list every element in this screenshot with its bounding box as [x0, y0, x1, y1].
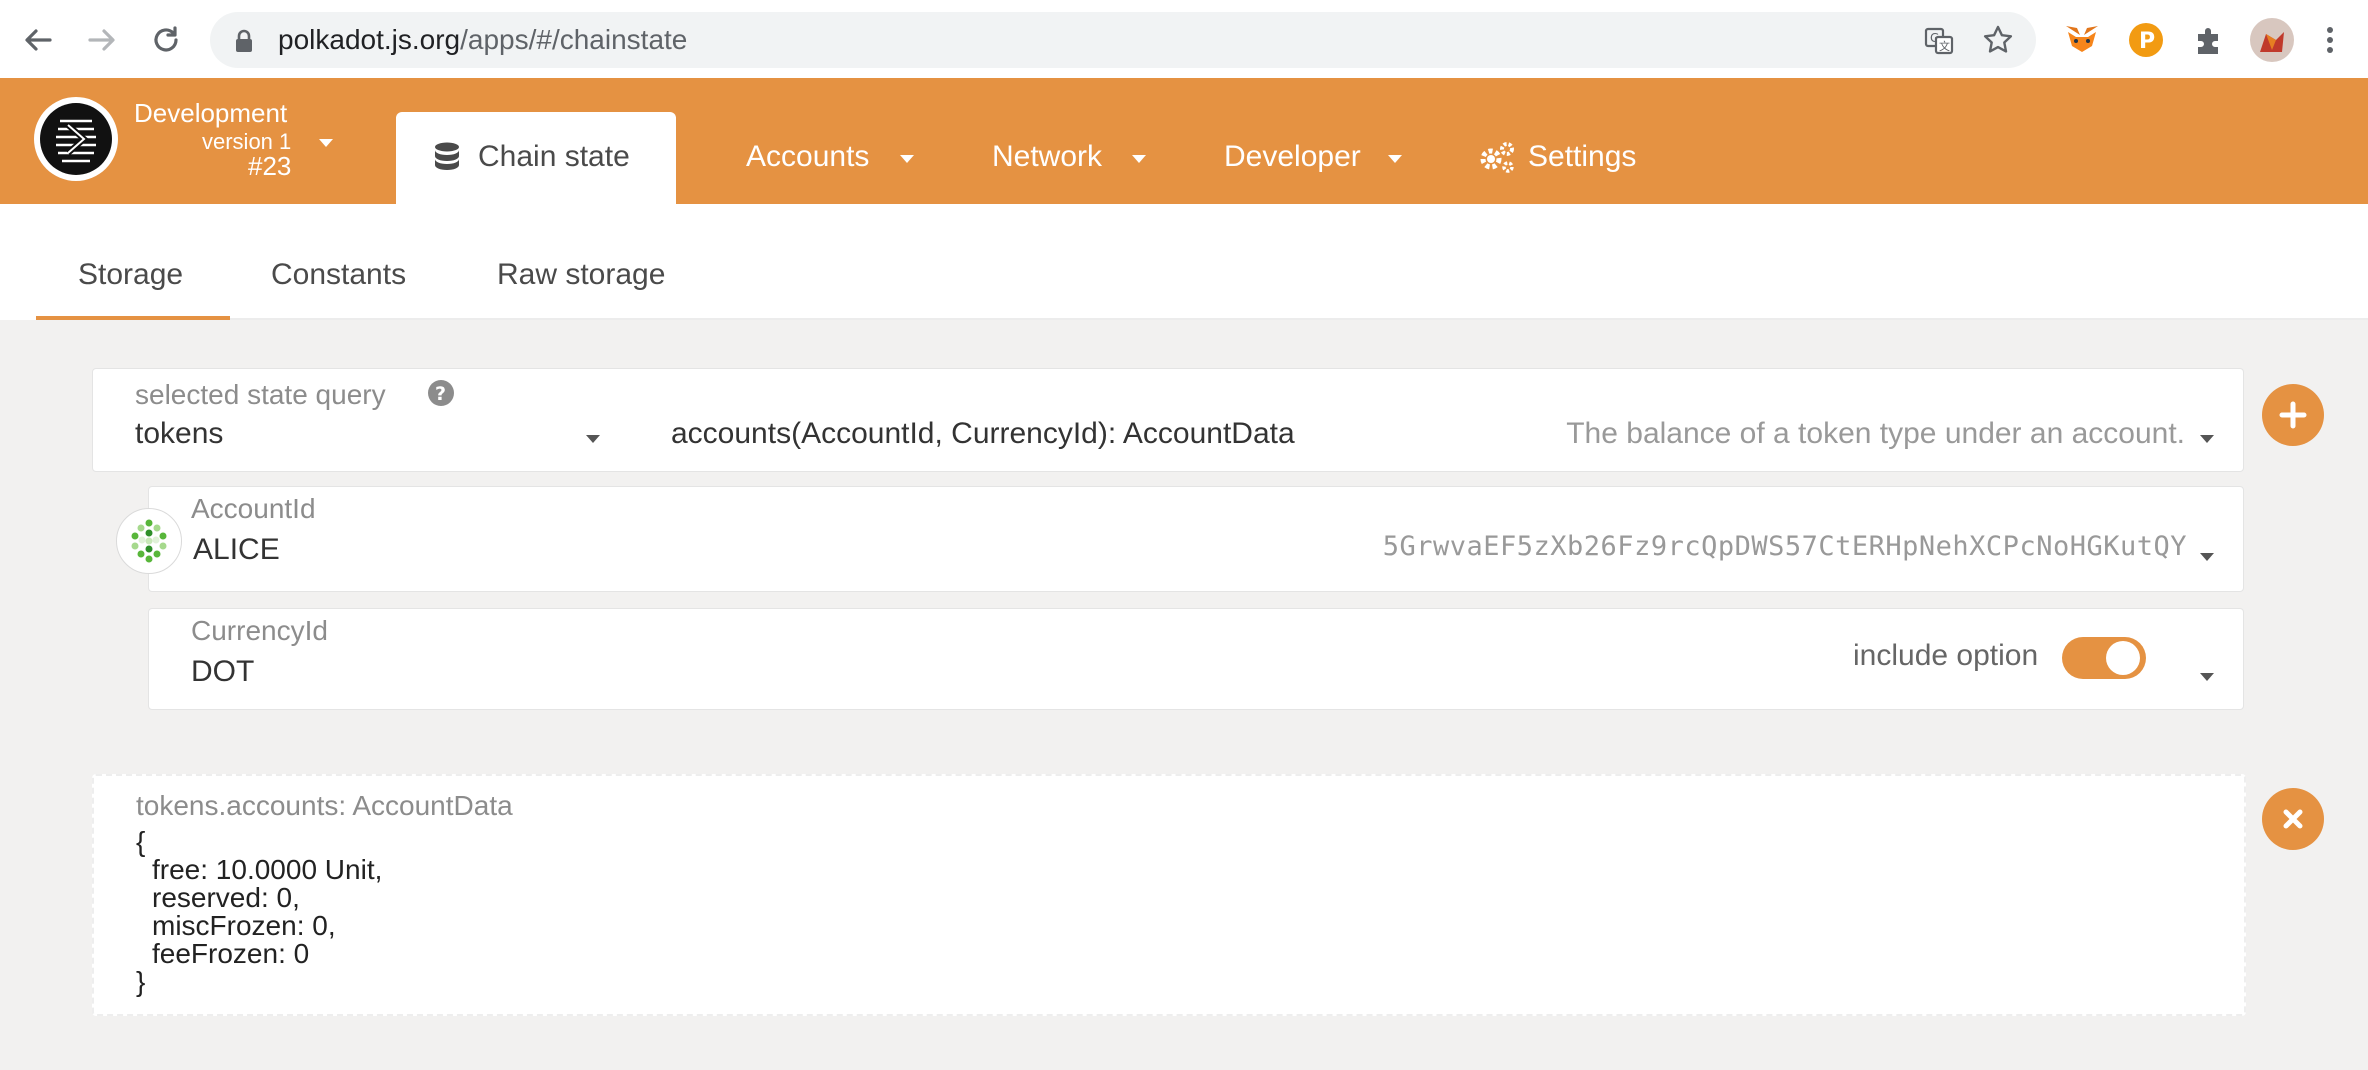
- browser-toolbar: polkadot.js.org/apps/#/chainstate G文 P: [0, 0, 2368, 79]
- tab-constants[interactable]: Constants: [271, 258, 406, 292]
- toggle-knob: [2106, 641, 2140, 675]
- menu-settings[interactable]: Settings: [1528, 140, 1636, 174]
- account-chevron-down-icon[interactable]: [2199, 549, 2215, 567]
- profile-avatar[interactable]: [2250, 18, 2294, 62]
- menu-accounts[interactable]: Accounts: [746, 140, 869, 174]
- add-query-button[interactable]: [2262, 384, 2324, 446]
- divider: [36, 318, 2368, 320]
- currency-value: DOT: [191, 655, 255, 688]
- account-id-input[interactable]: AccountId ALICE 5GrwvaEF5zXb26Fz9rcQpDWS…: [148, 486, 2244, 592]
- state-query-label: selected state query: [135, 379, 386, 410]
- url-text: polkadot.js.org/apps/#/chainstate: [278, 24, 688, 55]
- include-option-label: include option: [1853, 639, 2039, 672]
- close-icon: [2283, 809, 2303, 829]
- currency-id-label: CurrencyId: [191, 615, 328, 646]
- account-name: ALICE: [193, 533, 280, 566]
- module-chevron-down-icon[interactable]: [585, 431, 601, 449]
- help-icon[interactable]: ?: [427, 379, 455, 412]
- polkadot-extension-icon[interactable]: P: [2126, 20, 2166, 60]
- plus-icon: [2279, 401, 2307, 429]
- result-line: feeFrozen: 0: [152, 938, 310, 969]
- remove-query-button[interactable]: [2262, 788, 2324, 850]
- back-icon[interactable]: [18, 20, 58, 60]
- browser-menu-icon[interactable]: [2322, 20, 2338, 60]
- result-line: free: 10.0000 Unit,: [152, 854, 383, 885]
- account-identicon: [116, 508, 182, 574]
- result-line: }: [136, 966, 146, 997]
- chevron-down-icon[interactable]: [1130, 152, 1148, 170]
- chain-selector-chevron-icon[interactable]: [317, 136, 335, 154]
- menu-network[interactable]: Network: [992, 140, 1102, 174]
- include-option-toggle[interactable]: [2062, 637, 2146, 679]
- app-header: Development version 1 #23 Chain state Ac…: [0, 78, 2368, 204]
- database-icon: [434, 142, 460, 179]
- svg-text:文: 文: [1939, 39, 1950, 53]
- metamask-extension-icon[interactable]: [2062, 20, 2102, 60]
- currency-id-input[interactable]: CurrencyId DOT include option: [148, 608, 2244, 710]
- forward-icon[interactable]: [82, 20, 122, 60]
- extensions-puzzle-icon[interactable]: [2190, 20, 2230, 60]
- method-chevron-down-icon[interactable]: [2199, 431, 2215, 449]
- menu-developer[interactable]: Developer: [1224, 140, 1361, 174]
- svg-text:P: P: [2139, 29, 2155, 54]
- chain-name[interactable]: Development: [134, 98, 287, 129]
- chevron-down-icon[interactable]: [1386, 152, 1404, 170]
- chevron-down-icon[interactable]: [898, 152, 916, 170]
- gears-icon[interactable]: [1478, 140, 1516, 179]
- lock-icon: [234, 29, 254, 58]
- method-description: The balance of a token type under an acc…: [1566, 417, 2185, 450]
- result-line: {: [136, 826, 146, 857]
- reload-icon[interactable]: [146, 20, 186, 60]
- bookmark-star-icon[interactable]: [1982, 24, 2014, 61]
- svg-text:?: ?: [435, 383, 446, 405]
- account-id-label: AccountId: [191, 493, 316, 524]
- sub-tab-bar: Storage Constants Raw storage: [0, 204, 2368, 320]
- address-bar[interactable]: polkadot.js.org/apps/#/chainstate G文: [210, 12, 2036, 68]
- tab-chain-state-label: Chain state: [478, 140, 630, 173]
- account-address: 5GrwvaEF5zXb26Fz9rcQpDWS57CtERHpNehXCPcN…: [1382, 531, 2187, 562]
- module-select[interactable]: tokens: [135, 417, 223, 451]
- method-select[interactable]: accounts(AccountId, CurrencyId): Account…: [671, 417, 1295, 451]
- tab-raw-storage[interactable]: Raw storage: [497, 258, 665, 292]
- active-tab-indicator: [36, 316, 230, 320]
- result-line: reserved: 0,: [152, 882, 300, 913]
- query-result: tokens.accounts: AccountData { free: 10.…: [92, 774, 2246, 1016]
- block-number: #23: [248, 151, 292, 181]
- translate-icon[interactable]: G文: [1924, 26, 1954, 61]
- result-title: tokens.accounts: AccountData: [136, 790, 513, 821]
- currency-chevron-down-icon[interactable]: [2199, 669, 2215, 687]
- result-line: miscFrozen: 0,: [152, 910, 336, 941]
- tab-storage[interactable]: Storage: [78, 258, 183, 292]
- tab-chain-state[interactable]: Chain state: [396, 112, 676, 204]
- state-query-selector: selected state query ? tokens accounts(A…: [92, 368, 2244, 472]
- chain-logo[interactable]: [34, 97, 118, 181]
